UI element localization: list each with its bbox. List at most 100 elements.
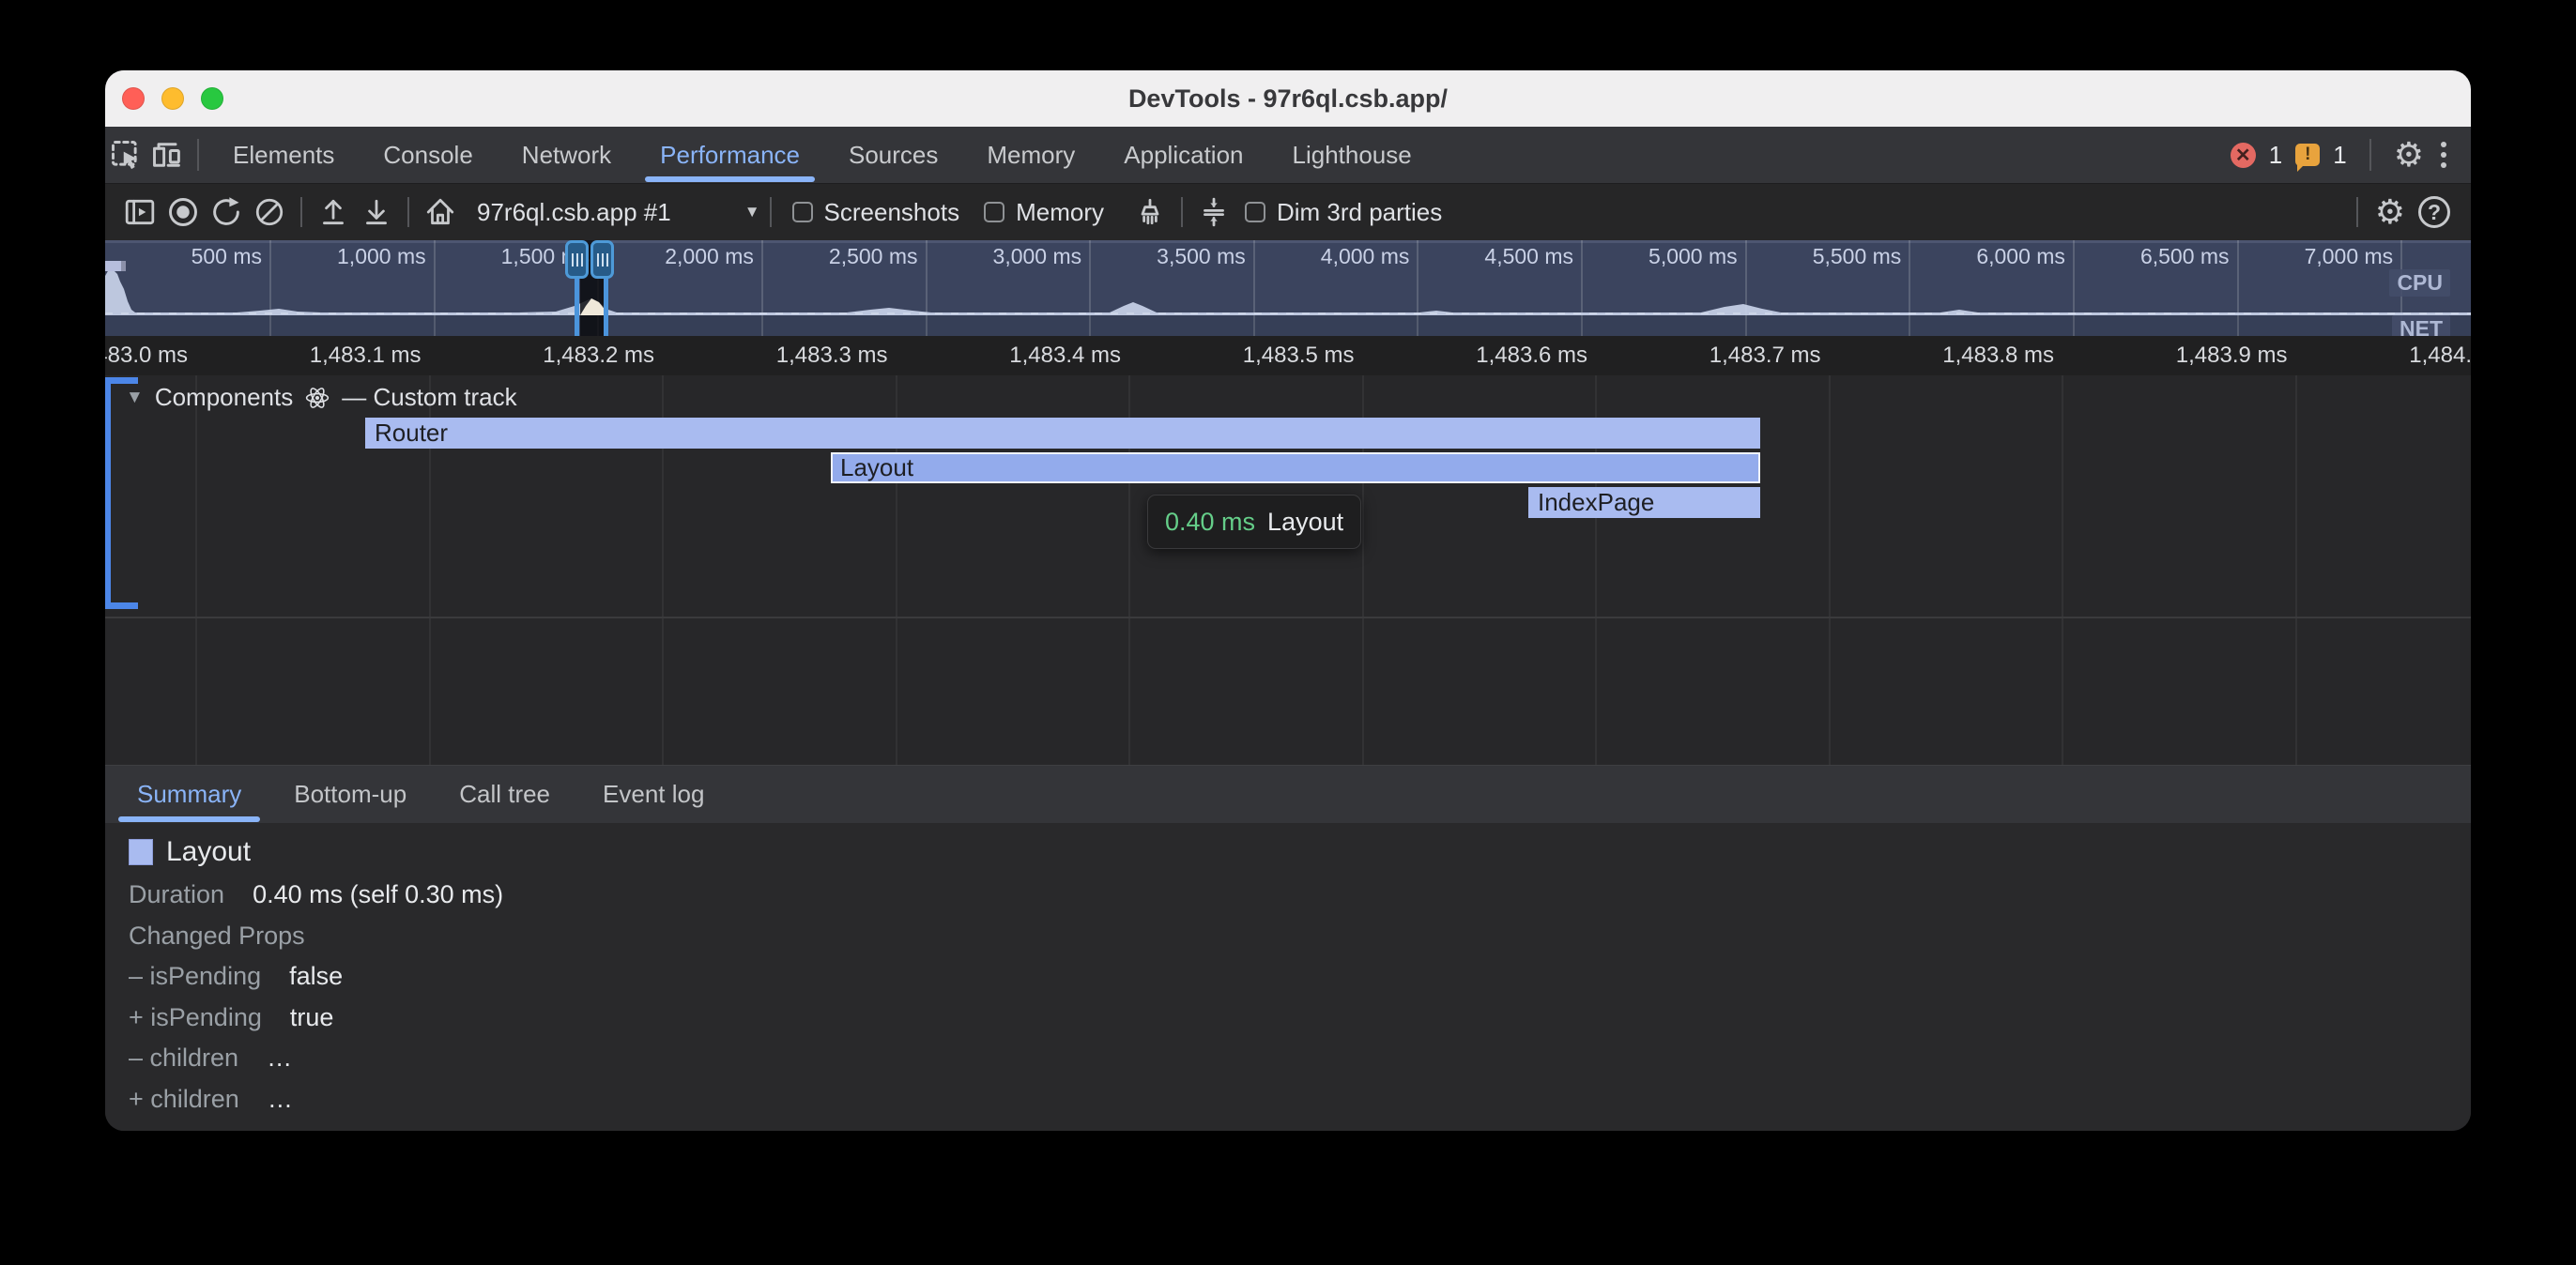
device-toolbar-button[interactable]: [146, 134, 188, 175]
inspect-element-button[interactable]: [105, 134, 146, 175]
tab-application[interactable]: Application: [1099, 127, 1267, 184]
details-tab-summary[interactable]: Summary: [111, 766, 268, 824]
summary-row-value: …: [267, 1044, 292, 1073]
summary-row: Duration0.40 ms (self 0.30 ms): [129, 879, 503, 909]
flame-bar-indexpage[interactable]: IndexPage: [1528, 487, 1760, 518]
track-header[interactable]: ▼ Components — Custom track: [126, 383, 517, 412]
flame-chart[interactable]: ▼ Components — Custom track RouterLayout…: [105, 375, 2471, 765]
flame-gridline: [195, 375, 197, 765]
download-icon: [360, 196, 392, 228]
tab-label: Performance: [660, 141, 800, 170]
clear-recordings-button[interactable]: [248, 191, 291, 234]
timeline-overview[interactable]: 500 ms1,000 ms1,500 ms2,000 ms2,500 ms3,…: [105, 240, 2471, 336]
summary-row: Changed Props: [129, 921, 305, 951]
tab-memory[interactable]: Memory: [962, 127, 1099, 184]
collapse-triangle-icon[interactable]: ▼: [126, 388, 144, 408]
tab-lighthouse[interactable]: Lighthouse: [1268, 127, 1436, 184]
selected-track-bracket: [105, 377, 111, 609]
load-profile-button[interactable]: [312, 191, 355, 234]
dim-3rd-parties-label[interactable]: Dim 3rd parties: [1277, 198, 1442, 227]
summary-row: – isPendingfalse: [129, 961, 343, 991]
track-title: Components: [155, 383, 293, 412]
tab-sources[interactable]: Sources: [824, 127, 962, 184]
details-tab-label: Event log: [603, 780, 704, 809]
upload-icon: [317, 196, 349, 228]
selection-right-handle[interactable]: [590, 240, 614, 279]
tab-performance[interactable]: Performance: [636, 127, 824, 184]
flame-bar-router[interactable]: Router: [365, 418, 1760, 449]
memory-label[interactable]: Memory: [1016, 198, 1104, 227]
error-count[interactable]: 1: [2269, 141, 2282, 170]
help-icon: ?: [2418, 196, 2450, 228]
record-icon: [166, 195, 200, 229]
dim-3rd-parties-checkbox[interactable]: [1245, 202, 1265, 222]
summary-pane: Layout Duration0.40 ms (self 0.30 ms)Cha…: [105, 823, 2471, 1131]
overview-tick-label: 3,000 ms: [894, 244, 1081, 269]
block-icon: [253, 196, 285, 228]
overview-tick-label: 6,000 ms: [1878, 244, 2065, 269]
compress-tracks-button[interactable]: [1192, 191, 1235, 234]
details-tab-event-log[interactable]: Event log: [576, 766, 730, 824]
active-details-tab-underline: [118, 816, 260, 822]
panel-left-icon: [124, 196, 156, 228]
chevron-down-icon: ▼: [744, 203, 760, 221]
tooltip-label: Layout: [1267, 508, 1343, 537]
capture-settings-gear-icon[interactable]: ⚙: [2375, 195, 2405, 229]
flame-gridline: [2062, 375, 2063, 765]
error-badge-icon[interactable]: ✕: [2231, 143, 2256, 168]
overview-tick-label: 4,000 ms: [1221, 244, 1409, 269]
reload-icon: [209, 195, 243, 229]
ruler-tick-label: 1,483.4 ms: [924, 343, 1121, 369]
atom-icon: [304, 385, 330, 411]
record-and-reload-button[interactable]: [205, 191, 248, 234]
window-titlebar[interactable]: DevTools - 97r6ql.csb.app/: [105, 70, 2471, 127]
screenshots-checkbox[interactable]: [792, 202, 813, 222]
maximize-window-button[interactable]: [201, 87, 223, 110]
tab-label: Application: [1124, 141, 1243, 170]
summary-row-label: + isPending: [129, 1003, 262, 1032]
flame-gridline: [2295, 375, 2297, 765]
memory-checkbox[interactable]: [984, 202, 1004, 222]
details-tabbar: SummaryBottom-upCall tree Event log: [105, 765, 2471, 823]
screenshots-label[interactable]: Screenshots: [824, 198, 960, 227]
overview-tick-label: 2,500 ms: [730, 244, 918, 269]
flame-gridline: [1829, 375, 1831, 765]
flame-bar-layout[interactable]: Layout: [831, 452, 1760, 483]
overview-tick-label: 5,500 ms: [1713, 244, 1901, 269]
compress-icon: [1198, 196, 1230, 228]
more-options-menu-icon[interactable]: [2437, 138, 2450, 172]
toolbar-divider: [1181, 197, 1183, 227]
record-button[interactable]: [161, 191, 205, 234]
overview-tick-label: 1,500 ms: [402, 244, 590, 269]
help-button[interactable]: ?: [2413, 191, 2456, 234]
details-tab-bottom-up[interactable]: Bottom-up: [268, 766, 433, 824]
toggle-sidebar-button[interactable]: [118, 191, 161, 234]
issues-badge-icon[interactable]: !: [2295, 144, 2320, 166]
details-tab-call-tree[interactable]: Call tree: [433, 766, 576, 824]
tooltip-duration: 0.40 ms: [1165, 508, 1255, 537]
profile-history-dropdown[interactable]: 97r6ql.csb.app #1 ▼: [477, 198, 760, 227]
selected-track-bracket-bottom: [105, 602, 138, 609]
issue-count[interactable]: 1: [2333, 141, 2346, 170]
collect-garbage-button[interactable]: [1128, 191, 1172, 234]
tab-label: Network: [522, 141, 611, 170]
minimize-window-button[interactable]: [161, 87, 184, 110]
selection-left-handle[interactable]: [565, 240, 589, 279]
toolbar-divider: [770, 197, 772, 227]
tab-elements[interactable]: Elements: [208, 127, 359, 184]
tab-label: Memory: [987, 141, 1075, 170]
tab-network[interactable]: Network: [498, 127, 636, 184]
settings-gear-icon[interactable]: ⚙: [2394, 138, 2424, 172]
navigate-home-button[interactable]: [419, 191, 462, 234]
summary-row-value: true: [290, 1003, 334, 1032]
active-tab-underline: [645, 176, 815, 182]
overview-tick-label: 3,500 ms: [1058, 244, 1246, 269]
tab-console[interactable]: Console: [359, 127, 497, 184]
overview-tick-label: 5,000 ms: [1550, 244, 1738, 269]
cpu-lane-label: CPU: [2389, 269, 2450, 297]
close-window-button[interactable]: [122, 87, 145, 110]
ruler-tick-label: 1,483.3 ms: [691, 343, 888, 369]
track-separator-line: [105, 617, 2471, 618]
ruler-tick-label: 1,483.5 ms: [1158, 343, 1355, 369]
save-profile-button[interactable]: [355, 191, 398, 234]
